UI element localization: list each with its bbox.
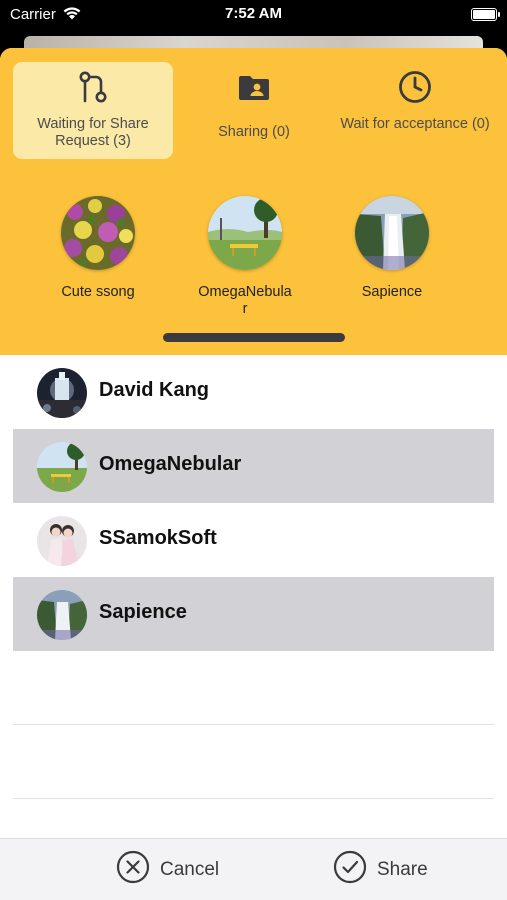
clock-icon [398,70,432,104]
favorite-name: OmegaNebular [198,284,292,317]
list-item[interactable]: OmegaNebular [13,429,494,503]
status-bar: Carrier 7:52 AM [0,0,507,30]
avatar [37,368,87,418]
favorite-contact[interactable]: Cute ssong [43,196,153,301]
empty-list-row [13,725,494,799]
bottom-toolbar: Cancel Share [0,838,507,900]
contact-name: SSamokSoft [99,527,217,549]
list-item[interactable]: Sapience [13,577,494,651]
cancel-label: Cancel [160,859,220,880]
avatar [208,196,282,270]
tab-label: Sharing (0) [218,124,290,140]
share-sheet: Waiting for Share Request (3) Sharing (0… [0,48,507,900]
tab-wait-for-acceptance[interactable]: Wait for acceptance (0) [335,62,495,159]
tab-sharing[interactable]: Sharing (0) [175,62,333,159]
contact-name: OmegaNebular [99,453,242,475]
avatar [37,442,87,492]
avatar [37,516,87,566]
tab-label: Wait for acceptance (0) [340,116,490,132]
contact-name: David Kang [99,379,210,401]
checkmark-circle-icon [333,850,377,890]
drag-handle[interactable] [163,333,345,342]
favorite-contact[interactable]: Sapience [337,196,447,301]
share-button[interactable]: Share [333,850,428,890]
tab-label: Waiting for Share Request (3) [37,116,149,149]
favorite-name: Cute ssong [61,284,135,300]
empty-list-row [13,651,494,725]
tab-waiting-share-request[interactable]: Waiting for Share Request (3) [13,62,173,159]
battery-icon [471,8,500,21]
favorite-contact[interactable]: OmegaNebular [190,196,300,318]
avatar [355,196,429,270]
folder-user-icon [237,70,271,104]
clock-time: 7:52 AM [225,5,282,22]
contact-name: Sapience [99,601,187,623]
avatar [61,196,135,270]
cancel-button[interactable]: Cancel [116,850,220,890]
list-item[interactable]: SSamokSoft [13,503,494,577]
share-header: Waiting for Share Request (3) Sharing (0… [0,48,507,355]
favorite-name: Sapience [361,284,423,300]
list-item[interactable]: David Kang [13,355,494,429]
avatar [37,590,87,640]
cancel-circle-icon [116,850,160,890]
share-label: Share [377,859,428,880]
branch-icon [76,70,110,104]
contact-list: David Kang OmegaNebular SSamokSoft Sapie… [0,355,507,799]
